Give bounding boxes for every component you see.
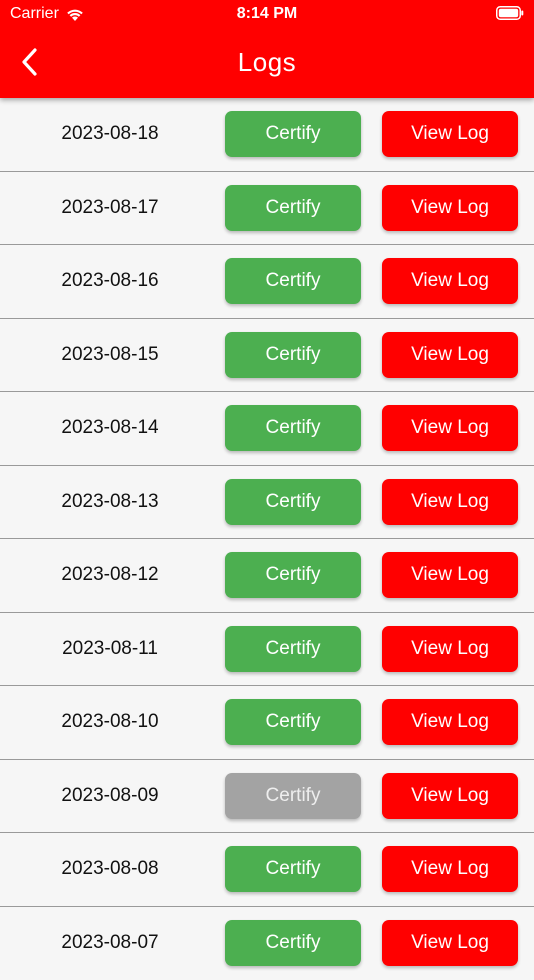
certify-button[interactable]: Certify <box>225 626 361 672</box>
status-time: 8:14 PM <box>0 5 534 23</box>
log-row: 2023-08-07Certify View Log <box>0 907 534 980</box>
log-date: 2023-08-09 <box>0 760 220 832</box>
view-log-button[interactable]: View Log <box>382 920 518 966</box>
log-row: 2023-08-13Certify View Log <box>0 466 534 540</box>
nav-bar: Logs <box>0 30 534 96</box>
log-date: 2023-08-07 <box>0 907 220 979</box>
log-row: 2023-08-16Certify View Log <box>0 245 534 319</box>
log-row: 2023-08-14Certify View Log <box>0 392 534 466</box>
certify-button[interactable]: Certify <box>225 846 361 892</box>
log-date: 2023-08-15 <box>0 319 220 391</box>
view-log-button[interactable]: View Log <box>382 405 518 451</box>
view-log-button[interactable]: View Log <box>382 626 518 672</box>
log-date: 2023-08-18 <box>0 98 220 170</box>
certify-button[interactable]: Certify <box>225 405 361 451</box>
certify-button[interactable]: Certify <box>225 258 361 304</box>
log-row: 2023-08-11Certify View Log <box>0 613 534 687</box>
certify-button[interactable]: Certify <box>225 699 361 745</box>
log-row: 2023-08-18Certify View Log <box>0 98 534 172</box>
view-log-button[interactable]: View Log <box>382 111 518 157</box>
log-date: 2023-08-13 <box>0 466 220 538</box>
log-row: 2023-08-17Certify View Log <box>0 172 534 246</box>
certify-button[interactable]: Certify <box>225 332 361 378</box>
log-date: 2023-08-17 <box>0 172 220 244</box>
log-date: 2023-08-08 <box>0 833 220 905</box>
log-date: 2023-08-16 <box>0 245 220 317</box>
log-row: 2023-08-08Certify View Log <box>0 833 534 907</box>
log-date: 2023-08-10 <box>0 686 220 758</box>
log-list: 2023-08-18CertifyView Log2023-08-17Certi… <box>0 98 534 980</box>
view-log-button[interactable]: View Log <box>382 552 518 598</box>
log-date: 2023-08-14 <box>0 392 220 464</box>
log-date: 2023-08-12 <box>0 539 220 611</box>
log-row: 2023-08-12Certify View Log <box>0 539 534 613</box>
log-date: 2023-08-11 <box>0 613 220 685</box>
view-log-button[interactable]: View Log <box>382 258 518 304</box>
page-title: Logs <box>0 47 534 78</box>
certify-button[interactable]: Certify <box>225 479 361 525</box>
view-log-button[interactable]: View Log <box>382 773 518 819</box>
log-row: 2023-08-15Certify View Log <box>0 319 534 393</box>
log-row: 2023-08-10Certify View Log <box>0 686 534 760</box>
view-log-button[interactable]: View Log <box>382 185 518 231</box>
view-log-button[interactable]: View Log <box>382 332 518 378</box>
view-log-button[interactable]: View Log <box>382 699 518 745</box>
app-header: Carrier 8:14 PM Logs <box>0 0 534 98</box>
certify-button[interactable]: Certify <box>225 111 361 157</box>
certify-button[interactable]: Certify <box>225 552 361 598</box>
status-bar: Carrier 8:14 PM <box>0 0 534 28</box>
certify-button[interactable]: Certify <box>225 185 361 231</box>
battery-icon <box>496 6 524 20</box>
certify-button[interactable]: Certify <box>225 920 361 966</box>
certify-button: Certify <box>225 773 361 819</box>
view-log-button[interactable]: View Log <box>382 479 518 525</box>
log-row: 2023-08-09Certify View Log <box>0 760 534 834</box>
view-log-button[interactable]: View Log <box>382 846 518 892</box>
